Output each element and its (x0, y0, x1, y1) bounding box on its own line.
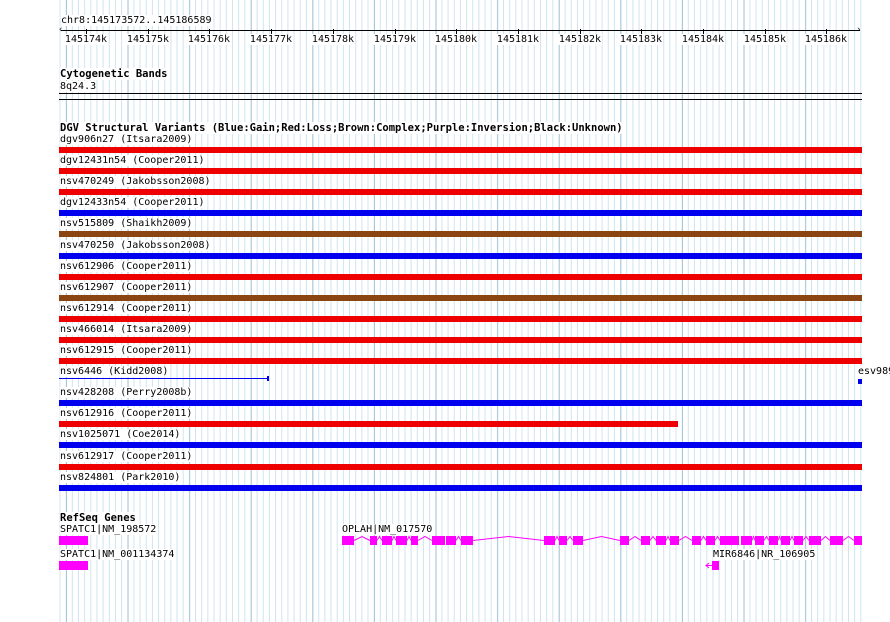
gene-mir6846[interactable] (704, 560, 720, 572)
oplah-exon (706, 536, 715, 545)
oplah-intron (582, 535, 621, 541)
oplah-exon (809, 536, 821, 545)
mir6846-exon (712, 561, 719, 570)
oplah-exon (411, 536, 418, 545)
oplah-intron (842, 535, 855, 541)
oplah-intron (649, 535, 657, 541)
oplah-exon (620, 536, 629, 545)
oplah-intron (714, 535, 721, 541)
oplah-exon (461, 536, 473, 545)
oplah-exon (720, 536, 739, 545)
oplah-intron (777, 535, 782, 541)
oplah-intron (628, 535, 642, 541)
oplah-intron (700, 535, 707, 541)
oplah-exon (370, 536, 377, 545)
oplah-intron (417, 535, 433, 541)
oplah-exon (559, 536, 567, 545)
oplah-exon (396, 536, 407, 545)
oplah-intron (391, 535, 397, 541)
gene-oplah[interactable] (0, 0, 890, 622)
oplah-exon (670, 536, 679, 545)
oplah-exon (446, 536, 456, 545)
oplah-intron (678, 535, 693, 541)
oplah-exon (741, 536, 752, 545)
oplah-exon (692, 536, 701, 545)
oplah-exon (656, 536, 666, 545)
oplah-intron (376, 535, 383, 541)
oplah-exon (544, 536, 555, 545)
oplah-intron (566, 535, 574, 541)
oplah-exon (854, 536, 862, 545)
oplah-exon (382, 536, 392, 545)
oplah-exon (755, 536, 764, 545)
oplah-intron (751, 535, 756, 541)
oplah-intron (820, 535, 831, 541)
oplah-intron (554, 535, 560, 541)
oplah-intron (406, 535, 412, 541)
oplah-intron (802, 535, 810, 541)
oplah-exon (830, 536, 843, 545)
oplah-intron (789, 535, 795, 541)
oplah-exon (432, 536, 445, 545)
oplah-intron (353, 535, 371, 541)
oplah-exon (641, 536, 650, 545)
oplah-intron (665, 535, 671, 541)
oplah-exon (794, 536, 803, 545)
oplah-intron (455, 535, 462, 541)
oplah-exon (573, 536, 583, 545)
oplah-intron (763, 535, 770, 541)
oplah-exon (342, 536, 354, 545)
oplah-exon (769, 536, 778, 545)
oplah-intron (472, 535, 545, 541)
oplah-exon (781, 536, 790, 545)
